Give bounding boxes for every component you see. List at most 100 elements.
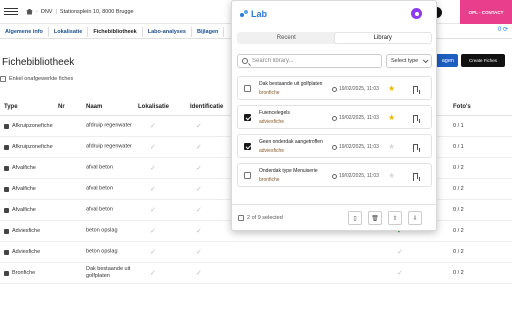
identificatie-check-icon: ✓ xyxy=(196,123,202,130)
row-type-label: Bronfiche xyxy=(12,270,36,276)
header-lokalisatie[interactable]: Lokalisatie xyxy=(138,104,169,110)
hamburger-menu-icon[interactable] xyxy=(4,8,18,15)
identificatie-check-icon: ✓ xyxy=(196,186,202,193)
item-type: adviesfiche xyxy=(259,148,285,154)
bookmark-icon[interactable] xyxy=(413,144,420,152)
row-type: Bronfiche xyxy=(4,270,35,276)
molecule-icon xyxy=(240,9,249,19)
row-type: Afvalfiche xyxy=(4,165,36,171)
identificatie-check-icon: ✓ xyxy=(196,270,202,277)
item-checkbox[interactable] xyxy=(244,143,251,150)
bookmark-icon[interactable] xyxy=(413,173,420,181)
clock-icon xyxy=(332,115,337,121)
library-item[interactable]: Dak bestaande uit golfplaten bronfiche 19/… xyxy=(237,76,432,100)
library-item[interactable]: Fuiencelegels adviesfiche 19/02/2025, 11:0… xyxy=(237,105,432,129)
star-icon[interactable]: ★ xyxy=(388,142,395,151)
row-type-label: Afkruipzonefiche xyxy=(12,144,53,150)
type-icon xyxy=(4,186,9,192)
item-date: 19/02/2025, 11:03 xyxy=(332,144,379,150)
row-naam: afval beton xyxy=(86,185,113,192)
item-type: adviesfiche xyxy=(259,119,285,125)
tab-fichebibliotheek[interactable]: Fichebibliotheek xyxy=(88,27,143,37)
lokalisatie-check-icon: ✓ xyxy=(150,228,156,235)
row-type: Adviesfiche xyxy=(4,249,40,255)
profile-avatar[interactable] xyxy=(411,8,422,19)
breadcrumb-address[interactable]: Stationsplein 10, 8000 Brugge xyxy=(60,9,134,15)
library-item[interactable]: Onderdak type Menuiserie bronfiche 19/02/2… xyxy=(237,163,432,187)
header-naam[interactable]: Naam xyxy=(86,104,102,110)
chevron-down-icon xyxy=(422,57,429,64)
row-fotos: 0 / 1 xyxy=(453,123,464,129)
row-type: Adviesfiche xyxy=(4,228,40,234)
home-icon[interactable] xyxy=(26,8,33,15)
lab-logo: Lab xyxy=(240,9,267,19)
row-fotos: 0 / 2 xyxy=(453,270,464,276)
library-list: Dak bestaande uit golfplaten bronfiche 19/… xyxy=(237,76,432,188)
table-row[interactable]: Adviesfiche beton opslag ✓ ✓ ✓ 0 / 2 xyxy=(0,242,512,263)
select-all-checkbox[interactable] xyxy=(238,214,244,221)
item-date-text: 19/02/2025, 11:03 xyxy=(339,144,379,150)
breadcrumb-org[interactable]: DNV xyxy=(41,9,53,15)
item-checkbox[interactable] xyxy=(244,85,251,92)
star-icon[interactable]: ★ xyxy=(388,171,395,180)
item-type: bronfiche xyxy=(259,177,280,183)
status-check-icon: ✓ xyxy=(397,270,403,277)
row-type-label: Afkruipzonefiche xyxy=(12,123,53,129)
opl-contact-button[interactable]: OPL - CONTACT xyxy=(460,0,512,24)
type-icon xyxy=(4,228,9,234)
tab-lokalisatie[interactable]: Lokalisatie xyxy=(49,27,89,37)
row-fotos: 0 / 2 xyxy=(453,165,464,171)
only-unfinished-checkbox[interactable] xyxy=(0,76,6,82)
identificatie-check-icon: ✓ xyxy=(196,228,202,235)
tab-library[interactable]: Library xyxy=(334,33,431,43)
row-type: Afvalfiche xyxy=(4,186,36,192)
item-title: Fuiencelegels xyxy=(259,110,290,116)
row-type-label: Afvalfiche xyxy=(12,207,36,213)
row-fotos: 0 / 2 xyxy=(453,249,464,255)
row-naam: afval beton xyxy=(86,206,113,213)
row-type: Afkruipzonefiche xyxy=(4,123,53,129)
item-title: Geen onderdak aangetroffen xyxy=(259,139,323,145)
tab-bijlagen[interactable]: Bijlagen xyxy=(192,27,225,37)
row-fotos: 0 / 2 xyxy=(453,228,464,234)
header-type[interactable]: Type xyxy=(4,104,18,110)
identificatie-check-icon: ✓ xyxy=(196,249,202,256)
bookmark-selected-button[interactable]: ▯ xyxy=(348,211,362,225)
type-icon xyxy=(4,207,9,213)
item-checkbox[interactable] xyxy=(244,172,251,179)
clock-icon xyxy=(332,173,337,179)
identificatie-check-icon: ✓ xyxy=(196,207,202,214)
search-icon xyxy=(242,58,248,64)
status-check-icon: ✓ xyxy=(397,249,403,256)
row-naam: Dak bestaande uit golfplaten xyxy=(86,266,131,279)
star-icon[interactable]: ★ xyxy=(388,113,395,122)
row-naam: afval beton xyxy=(86,164,113,171)
bookmark-icon[interactable] xyxy=(413,115,420,123)
popup-footer: 2 of 9 selected ▯ 🗑 ⇧ ⇩ xyxy=(232,204,436,230)
header-fotos[interactable]: Foto's xyxy=(453,104,471,110)
header-identificatie[interactable]: Identificatie xyxy=(190,104,223,110)
tab-algemene-info[interactable]: Algemene info xyxy=(0,27,49,37)
star-icon[interactable]: ★ xyxy=(388,84,395,93)
tab-labo-analyses[interactable]: Labo-analyses xyxy=(143,27,192,37)
download-button[interactable]: ⇩ xyxy=(408,211,422,225)
header-nr[interactable]: Nr xyxy=(58,104,65,110)
item-type: bronfiche xyxy=(259,90,280,96)
library-search[interactable] xyxy=(237,54,382,68)
tab-recent[interactable]: Recent xyxy=(238,33,335,43)
create-fiches-button[interactable]: Create Fiches xyxy=(461,54,505,67)
sync-counter[interactable]: 0 ⟳ xyxy=(498,26,508,33)
upload-button[interactable]: ⇧ xyxy=(388,211,402,225)
delete-selected-button[interactable]: 🗑 xyxy=(368,211,382,225)
lokalisatie-check-icon: ✓ xyxy=(150,249,156,256)
row-type-label: Afvalfiche xyxy=(12,186,36,192)
row-type-label: Adviesfiche xyxy=(12,228,41,234)
bookmark-icon[interactable] xyxy=(413,86,420,94)
library-item[interactable]: Geen onderdak aangetroffen adviesfiche 19/… xyxy=(237,134,432,158)
type-select[interactable]: Select type xyxy=(386,54,432,68)
only-unfinished-toggle[interactable]: Enkel onafgewerkte fiches xyxy=(0,76,73,82)
table-row[interactable]: Bronfiche Dak bestaande uit golfplaten ✓ ✓ ✓… xyxy=(0,263,512,284)
item-date: 19/02/2025, 11:03 xyxy=(332,115,379,121)
item-checkbox[interactable] xyxy=(244,114,251,121)
search-input[interactable] xyxy=(252,58,352,64)
